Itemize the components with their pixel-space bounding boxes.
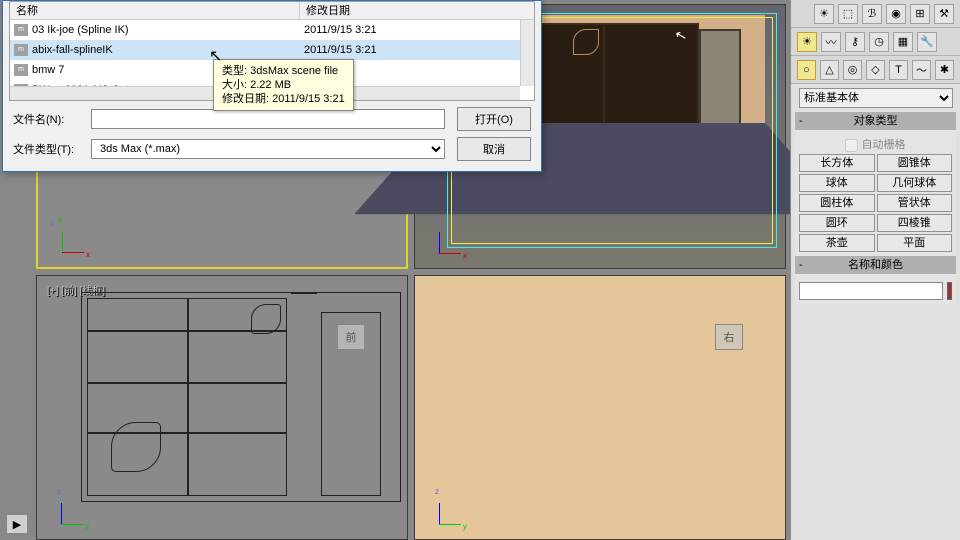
- utilities-tab[interactable]: 🔧: [917, 32, 937, 52]
- vertical-scrollbar[interactable]: [520, 20, 534, 86]
- axis-gizmo: zx: [435, 218, 475, 258]
- rollout-name-color[interactable]: -名称和颜色: [795, 256, 956, 274]
- file-tooltip: 类型: 3dsMax scene file 大小: 2.22 MB 修改日期: …: [213, 59, 354, 111]
- autogrid-checkbox[interactable]: 自动栅格: [799, 134, 952, 154]
- btn-teapot[interactable]: 茶壶: [799, 234, 875, 252]
- create-category-row: ○ △ ◎ ◇ T 〜 ✱: [791, 56, 960, 84]
- viewcube-right[interactable]: 右: [715, 324, 743, 350]
- btn-cone[interactable]: 圆锥体: [877, 154, 953, 172]
- tool-icon[interactable]: ℬ: [862, 4, 882, 24]
- filename-input[interactable]: [91, 109, 445, 129]
- btn-plane[interactable]: 平面: [877, 234, 953, 252]
- color-swatch[interactable]: [947, 282, 952, 300]
- display-tab[interactable]: ▦: [893, 32, 913, 52]
- btn-box[interactable]: 长方体: [799, 154, 875, 172]
- filename-label: 文件名(N):: [13, 111, 85, 127]
- filetype-label: 文件类型(T):: [13, 141, 85, 157]
- tool-icon[interactable]: ⊞: [910, 4, 930, 24]
- helpers-icon[interactable]: T: [889, 60, 908, 80]
- hierarchy-tab[interactable]: ⚷: [845, 32, 865, 52]
- tool-icon[interactable]: ⬚: [838, 4, 858, 24]
- file-icon: m: [14, 44, 28, 56]
- rollout-object-type[interactable]: -对象类型: [795, 112, 956, 130]
- btn-torus[interactable]: 圆环: [799, 214, 875, 232]
- wireframe-scene: [81, 292, 401, 522]
- btn-cylinder[interactable]: 圆柱体: [799, 194, 875, 212]
- column-date[interactable]: 修改日期: [300, 2, 534, 19]
- tool-icon[interactable]: ◉: [886, 4, 906, 24]
- btn-tube[interactable]: 管状体: [877, 194, 953, 212]
- create-tab[interactable]: ☀: [797, 32, 817, 52]
- btn-sphere[interactable]: 球体: [799, 174, 875, 192]
- viewport-right[interactable]: 右 zy: [414, 275, 786, 540]
- main-toolbar-row: ☀ ⬚ ℬ ◉ ⊞ ⚒: [791, 0, 960, 28]
- column-name[interactable]: 名称: [10, 2, 300, 19]
- filetype-select[interactable]: 3ds Max (*.max): [91, 139, 445, 159]
- file-icon: m: [14, 64, 28, 76]
- lights-icon[interactable]: ◎: [843, 60, 862, 80]
- mouse-cursor-icon: ↖: [209, 46, 222, 66]
- file-open-dialog: 名称 修改日期 m03 Ik-joe (Spline IK)2011/9/15 …: [2, 0, 542, 172]
- systems-icon[interactable]: ✱: [935, 60, 954, 80]
- motion-tab[interactable]: ◷: [869, 32, 889, 52]
- shapes-icon[interactable]: △: [820, 60, 839, 80]
- modify-tab[interactable]: 〰: [821, 32, 841, 52]
- primitive-category-select[interactable]: 标准基本体: [799, 88, 953, 108]
- axis-gizmo: yxz: [58, 217, 98, 257]
- geometry-icon[interactable]: ○: [797, 60, 816, 80]
- cancel-button[interactable]: 取消: [457, 137, 531, 161]
- panel-tabs: ☀ 〰 ⚷ ◷ ▦ 🔧: [791, 28, 960, 56]
- open-button[interactable]: 打开(O): [457, 107, 531, 131]
- tool-icon[interactable]: ⚒: [934, 4, 954, 24]
- btn-geosphere[interactable]: 几何球体: [877, 174, 953, 192]
- axis-gizmo: zy: [435, 489, 475, 529]
- file-list-header: 名称 修改日期: [10, 2, 534, 20]
- file-icon: m: [14, 24, 28, 36]
- axis-gizmo: zy: [57, 489, 97, 529]
- spacewarps-icon[interactable]: 〜: [912, 60, 931, 80]
- file-row[interactable]: mabix-fall-splineIK2011/9/15 3:21: [10, 40, 534, 60]
- object-name-input[interactable]: [799, 282, 943, 300]
- command-panel: ☀ ⬚ ℬ ◉ ⊞ ⚒ ☀ 〰 ⚷ ◷ ▦ 🔧 ○ △ ◎ ◇ T 〜 ✱ 标准…: [790, 0, 960, 540]
- primitive-buttons: 长方体 圆锥体 球体 几何球体 圆柱体 管状体 圆环 四棱锥 茶壶 平面: [799, 154, 952, 252]
- sun-icon[interactable]: ☀: [814, 4, 834, 24]
- cameras-icon[interactable]: ◇: [866, 60, 885, 80]
- viewport-front[interactable]: [+] [前] [线框] 前 zy: [36, 275, 408, 540]
- play-button[interactable]: ▶: [6, 514, 28, 534]
- btn-pyramid[interactable]: 四棱锥: [877, 214, 953, 232]
- file-row[interactable]: m03 Ik-joe (Spline IK)2011/9/15 3:21: [10, 20, 534, 40]
